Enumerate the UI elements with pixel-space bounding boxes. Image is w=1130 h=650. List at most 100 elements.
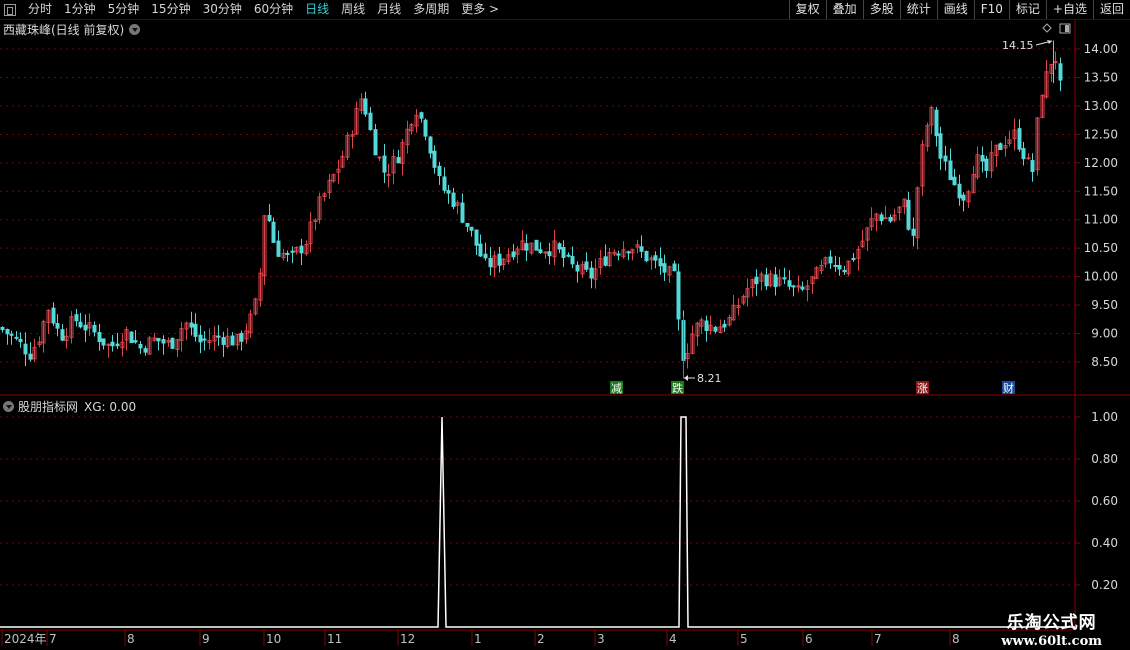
candle-body [267,214,272,222]
candle-body [883,217,888,220]
candle-body [419,112,424,119]
candle-body [74,314,79,322]
candle-body [230,335,235,346]
candle-body [782,277,787,280]
price-axis-label: 13.50 [1084,70,1118,84]
candle-body [676,271,681,320]
candle-body [800,286,805,290]
candle-body [51,307,56,324]
candle-body [662,263,667,273]
candle-body [754,276,759,285]
candle-body [938,133,943,159]
candle-body [488,257,493,268]
date-axis-labels: 2024年 7 8 9 10 11 12 1 2 3 4 5 6 7 8 [1,630,960,646]
price-axis-label: 14.00 [1084,42,1118,56]
candle-body [1021,148,1026,160]
candle-body [943,155,948,162]
candle-body [626,251,631,254]
candle-body [998,143,1003,151]
candle-body [584,261,589,270]
candle-body [984,158,989,171]
candle-body [133,340,138,343]
candle-body [14,336,19,339]
low-arrow-head [684,375,688,381]
candle-body [1030,160,1035,173]
candle-body [1058,63,1063,81]
candle-body [78,321,83,328]
candle-body [483,253,488,259]
date-axis-label: 10 [266,632,281,646]
date-axis-label: 7 [874,632,882,646]
candle-body [170,337,175,349]
candle-body [828,256,833,264]
event-marker-label: 减 [611,382,622,395]
candlesticks [0,40,1063,379]
indicator-gridlines [0,416,1075,586]
candle-body [497,253,502,266]
candle-body [538,249,543,254]
candle-body [773,274,778,288]
candle-body [842,269,847,273]
candle-body [299,245,304,254]
candle-body [879,214,884,222]
xg-signal-line [0,416,1075,628]
candle-body [961,194,966,201]
candle-body [934,109,939,137]
candle-body [524,243,529,251]
candle-body [644,250,649,262]
indicator-axis-label: 0.20 [1091,578,1118,592]
price-gridlines [0,48,1075,363]
candle-body [658,258,663,267]
candle-body [474,229,479,246]
candle-body [547,251,552,257]
candle-body [952,176,957,186]
diamond-icon[interactable] [1042,23,1052,33]
indicator-axis-label: 0.40 [1091,536,1118,550]
low-price-label: 8.21 [697,372,722,385]
candle-body [396,157,401,164]
candle-body [382,155,387,173]
candle-body [83,324,88,331]
price-axis-label: 8.50 [1091,355,1118,369]
event-marker-label: 跌 [672,381,683,395]
candle-body [143,348,148,353]
candle-body [432,150,437,168]
candle-body [589,267,594,279]
candle-body [713,326,718,332]
high-price-label: 14.15 [1002,39,1034,52]
candle-body [566,254,571,257]
candle-body [851,257,856,261]
candle-body [575,264,580,272]
candle-body [833,264,838,267]
candle-body [465,222,470,227]
candle-body [276,240,281,257]
date-axis-label: 2024年 [4,632,47,646]
candle-body [603,256,608,266]
price-axis-label: 11.50 [1084,184,1118,198]
candle-body [386,173,391,176]
candle-body [97,332,102,342]
candle-body [460,202,465,223]
price-axis-label: 13.00 [1084,99,1118,113]
candle-body [906,199,911,230]
candle-body [138,343,143,349]
candle-body [368,112,373,131]
candle-body [534,239,539,251]
candle-body [653,255,658,261]
watermark-title: 乐淘公式网 [1006,613,1097,633]
candle-body [722,323,727,328]
candle-body [442,176,447,191]
candle-body [285,252,290,255]
event-marker-label: 财 [1003,381,1014,395]
indicator-axis-label: 1.00 [1091,410,1118,424]
xg-polyline [0,416,1075,628]
candle-body [570,255,575,265]
candle-body [377,156,382,159]
price-axis-label: 11.00 [1084,213,1118,227]
candle-body [55,323,60,329]
event-marker-label: 涨 [917,382,928,395]
candle-body [888,216,893,222]
indicator-axis-label: 0.80 [1091,452,1118,466]
candle-body [156,337,161,342]
candle-body [446,190,451,194]
